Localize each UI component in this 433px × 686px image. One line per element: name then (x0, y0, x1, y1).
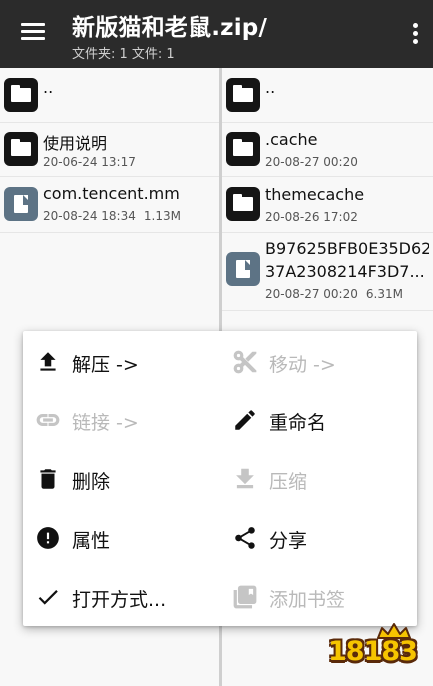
link-icon (35, 407, 61, 433)
file-size: 1.13M (143, 209, 181, 223)
add-bookmark-label: 添加书签 (269, 589, 346, 611)
file-name: 使用说明 (43, 134, 108, 153)
list-item-folder[interactable]: themecache 20-08-26 17:02 (222, 176, 433, 233)
folder-icon (226, 132, 260, 166)
file-size: 6.31M (365, 287, 403, 301)
file-name: .. (265, 78, 276, 97)
folder-icon (4, 78, 38, 112)
file-actions-sheet: 解压 -> 移动 -> 链接 -> 重命名 删除 压缩 属性 分享 打开方式..… (23, 331, 417, 626)
app-bar: 新版猫和老鼠.zip/ 文件夹: 1 文件: 1 (0, 0, 433, 68)
delete-action[interactable]: 删除 (23, 450, 213, 508)
rename-action[interactable]: 重命名 (220, 391, 410, 449)
file-name: com.tencent.mm (43, 184, 180, 203)
list-item-folder[interactable]: .cache 20-08-27 00:20 (222, 122, 433, 177)
delete-label: 删除 (72, 471, 111, 493)
open-with-action[interactable]: 打开方式... (23, 568, 213, 626)
folder-icon (226, 187, 260, 221)
archive-summary: 文件夹: 1 文件: 1 (72, 47, 175, 62)
list-item-file[interactable]: com.tencent.mm 20-08-24 18:34 1.13M (0, 176, 219, 233)
file-name: .cache (265, 130, 318, 149)
list-item-folder[interactable]: 使用说明 20-06-24 13:17 (0, 122, 219, 177)
trash-icon (35, 466, 61, 492)
properties-action[interactable]: 属性 (23, 509, 213, 567)
bookmark-icon (232, 584, 258, 610)
folder-icon (226, 78, 260, 112)
watermark-logo: 18183 (326, 622, 420, 674)
file-date: 20-08-27 00:20 (265, 155, 358, 169)
info-icon (35, 525, 61, 551)
file-meta: 20-08-27 00:20 6.31M (265, 287, 403, 301)
folder-icon (4, 132, 38, 166)
rename-label: 重命名 (269, 412, 327, 434)
move-label: 移动 -> (269, 354, 336, 376)
more-options-icon[interactable] (411, 23, 419, 45)
extract-label: 解压 -> (72, 354, 139, 376)
extract-action[interactable]: 解压 -> (23, 333, 213, 391)
file-meta: 20-08-24 18:34 1.13M (43, 209, 181, 223)
file-date: 20-08-26 17:02 (265, 210, 358, 224)
upload-icon (35, 349, 61, 375)
add-bookmark-action[interactable]: 添加书签 (220, 568, 410, 626)
open-with-label: 打开方式... (72, 589, 167, 611)
check-icon (35, 584, 61, 610)
file-icon (4, 187, 38, 221)
hamburger-menu-icon[interactable] (18, 20, 48, 48)
share-label: 分享 (269, 530, 308, 552)
archive-title: 新版猫和老鼠.zip/ (72, 15, 268, 41)
watermark-text: 18183 (328, 636, 418, 667)
properties-label: 属性 (72, 530, 111, 552)
list-item-parent-dir[interactable]: .. (222, 68, 433, 123)
download-icon (232, 466, 258, 492)
file-name-line-1: B97625BFB0E35D62 (265, 239, 429, 258)
share-action[interactable]: 分享 (220, 509, 410, 567)
file-name-line-2: 37A2308214F3D7... (265, 262, 425, 281)
link-label: 链接 -> (72, 412, 139, 434)
compress-action[interactable]: 压缩 (220, 450, 410, 508)
file-date: 20-06-24 13:17 (43, 155, 136, 169)
file-date: 20-08-24 18:34 (43, 209, 136, 223)
file-name: .. (43, 78, 54, 97)
list-item-parent-dir[interactable]: .. (0, 68, 219, 123)
pencil-icon (232, 407, 258, 433)
link-action[interactable]: 链接 -> (23, 391, 213, 449)
file-name: themecache (265, 185, 365, 204)
share-icon (232, 525, 258, 551)
file-icon (226, 252, 260, 286)
list-item-file[interactable]: B97625BFB0E35D62 37A2308214F3D7... 20-08… (222, 232, 433, 311)
file-date: 20-08-27 00:20 (265, 287, 358, 301)
scissors-icon (232, 349, 258, 375)
move-action[interactable]: 移动 -> (220, 333, 410, 391)
compress-label: 压缩 (269, 471, 308, 493)
